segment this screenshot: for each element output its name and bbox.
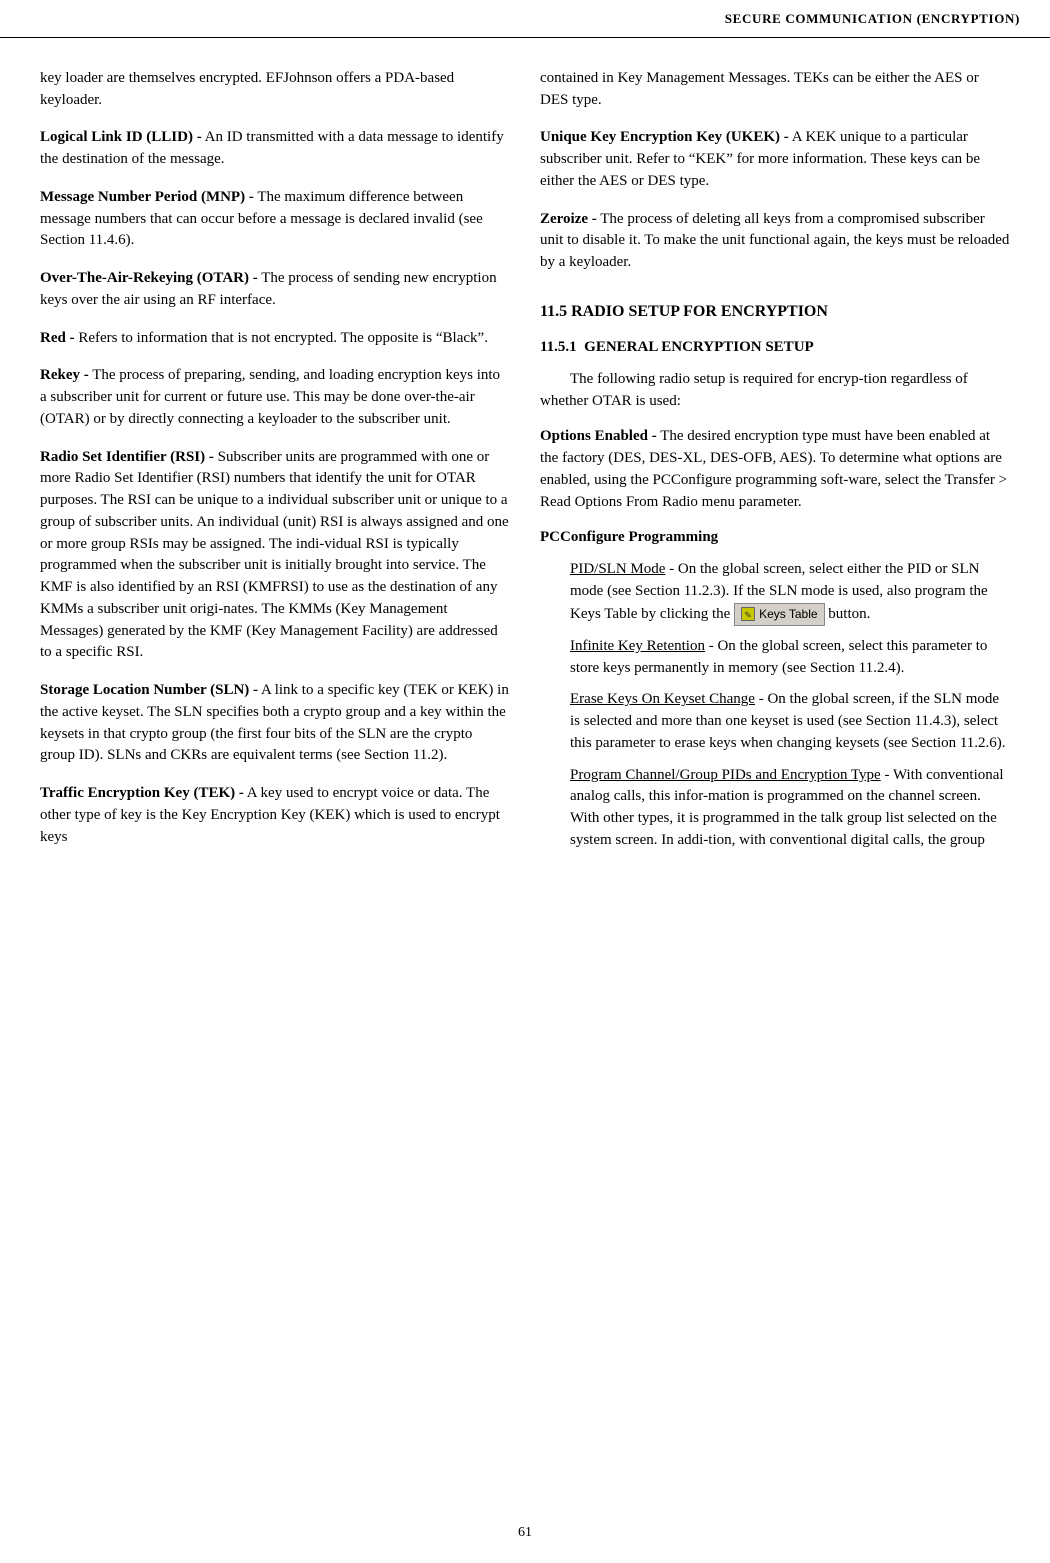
page-header: SECURE COMMUNICATION (ENCRYPTION): [0, 0, 1050, 38]
term-llid: Logical Link ID (LLID) - An ID transmitt…: [40, 127, 510, 171]
suboption-erase-keys: Erase Keys On Keyset Change - On the glo…: [570, 689, 1010, 754]
term-rekey: Rekey - The process of preparing, sendin…: [40, 365, 510, 430]
page-number: 61: [0, 1523, 1050, 1543]
left-column: key loader are themselves encrypted. EFJ…: [40, 68, 510, 866]
keys-table-label: Keys Table: [759, 606, 817, 623]
pid-sln-title: PID/SLN Mode: [570, 561, 665, 577]
term-mnp: Message Number Period (MNP) - The maximu…: [40, 187, 510, 252]
header-title: SECURE COMMUNICATION (ENCRYPTION): [725, 11, 1020, 26]
suboption-infinite-key: Infinite Key Retention - On the global s…: [570, 636, 1010, 680]
term-red: Red - Refers to information that is not …: [40, 328, 510, 350]
erase-keys-title: Erase Keys On Keyset Change: [570, 691, 755, 707]
subsection-heading-11-5-1: 11.5.1 GENERAL ENCRYPTION SETUP: [540, 337, 1010, 359]
term-ukek: Unique Key Encryption Key (UKEK) - A KEK…: [540, 127, 1010, 192]
option-pcconfigure: PCConfigure Programming PID/SLN Mode - O…: [540, 527, 1010, 851]
suboption-pid-sln: PID/SLN Mode - On the global screen, sel…: [570, 559, 1010, 626]
section-heading-11-5: 11.5 RADIO SETUP FOR ENCRYPTION: [540, 300, 1010, 323]
suboption-program-channel: Program Channel/Group PIDs and Encryptio…: [570, 765, 1010, 852]
option-options-enabled: Options Enabled - The desired encryption…: [540, 426, 1010, 513]
term-tek: Traffic Encryption Key (TEK) - A key use…: [40, 783, 510, 848]
keys-table-icon: ✎: [741, 607, 755, 621]
right-column: contained in Key Management Messages. TE…: [540, 68, 1010, 866]
infinite-key-title: Infinite Key Retention: [570, 638, 705, 654]
intro-paragraph: The following radio setup is required fo…: [540, 369, 1010, 413]
term-otar: Over-The-Air-Rekeying (OTAR) - The proce…: [40, 268, 510, 312]
term-zeroize: Zeroize - The process of deleting all ke…: [540, 209, 1010, 274]
tek-continuation: contained in Key Management Messages. TE…: [540, 68, 1010, 112]
continuation-text: key loader are themselves encrypted. EFJ…: [40, 68, 510, 112]
term-sln: Storage Location Number (SLN) - A link t…: [40, 680, 510, 767]
term-rsi: Radio Set Identifier (RSI) - Subscriber …: [40, 447, 510, 665]
program-channel-title: Program Channel/Group PIDs and Encryptio…: [570, 767, 881, 783]
keys-table-button[interactable]: ✎ Keys Table: [734, 603, 824, 626]
